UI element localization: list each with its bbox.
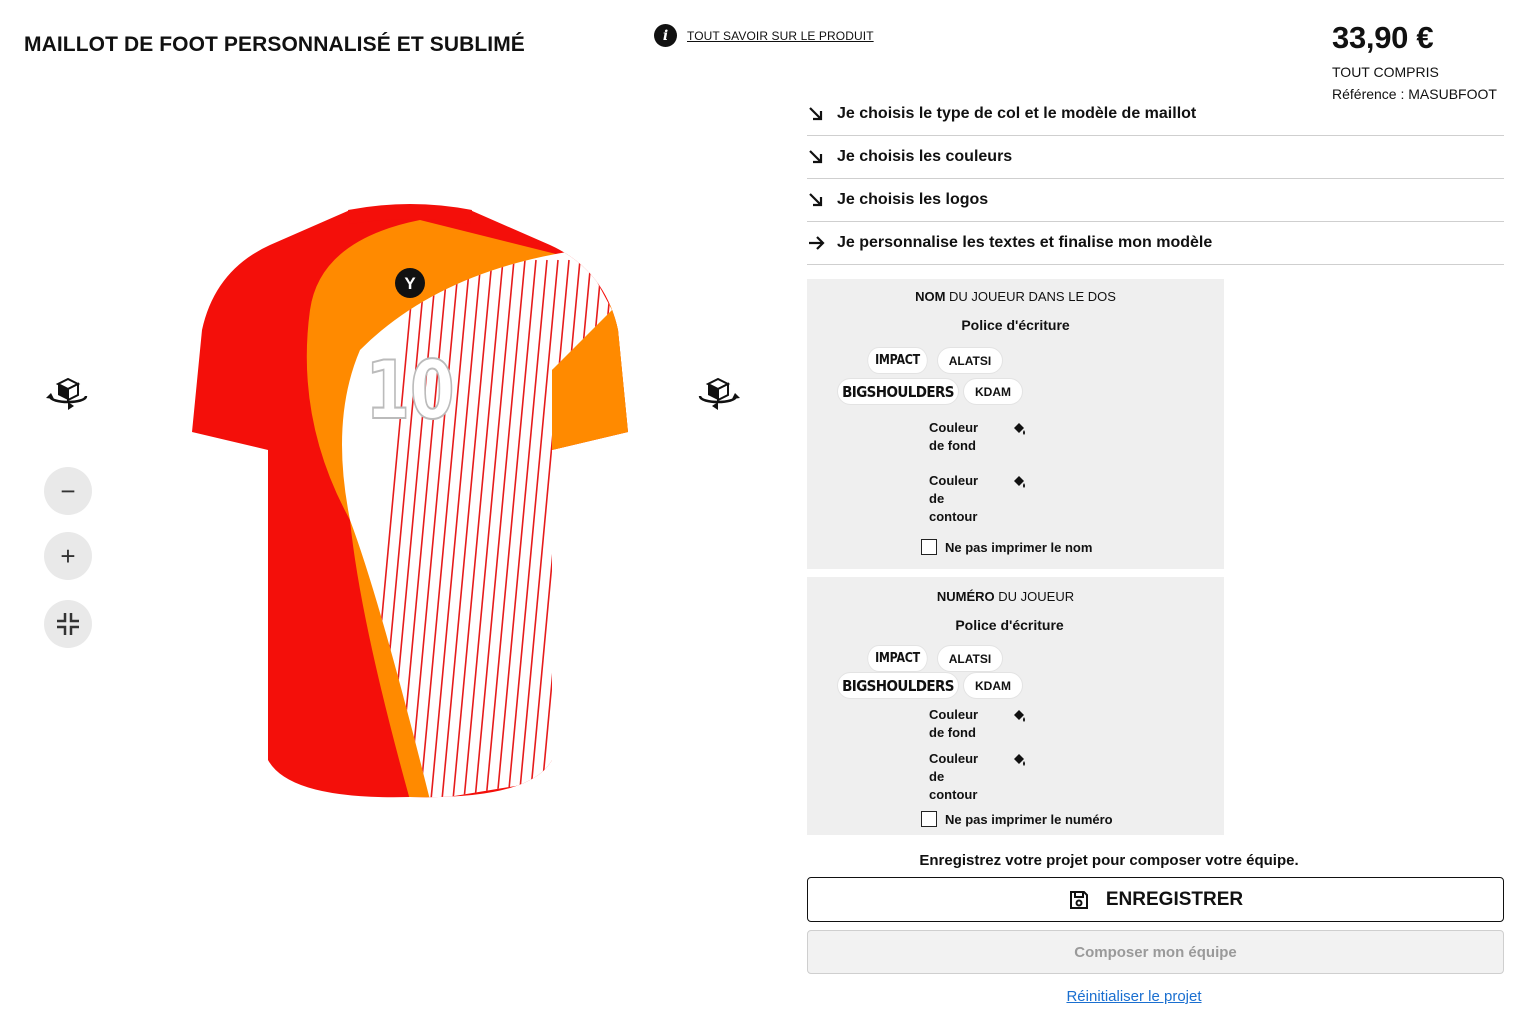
price-note: TOUT COMPRIS xyxy=(1332,64,1439,80)
product-title: MAILLOT DE FOOT PERSONNALISÉ ET SUBLIMÉ xyxy=(24,33,525,56)
paint-bucket-icon[interactable] xyxy=(1012,752,1028,768)
font-label: Police d'écriture xyxy=(955,617,1064,633)
panel-heading: NUMÉRO DU JOUEUR xyxy=(936,589,1075,604)
font-option-kdam[interactable]: KDAM xyxy=(963,378,1023,405)
outline-color-label: Couleur de contour xyxy=(929,751,979,802)
outline-color-label: Couleur de contour xyxy=(929,473,979,524)
arrow-down-right-icon xyxy=(809,150,823,164)
brand-logo-letter: Y xyxy=(404,274,416,293)
jersey-number: 10 xyxy=(365,345,454,438)
font-option-alatsi[interactable]: ALATSI xyxy=(937,645,1003,672)
zoom-in-button[interactable]: + xyxy=(44,532,92,580)
player-number-panel: NUMÉRO DU JOUEUR Police d'écriture IMPAC… xyxy=(807,577,1224,835)
step-logos[interactable]: Je choisis les logos xyxy=(807,179,1504,222)
step-texts[interactable]: Je personnalise les textes et finalise m… xyxy=(807,222,1504,265)
reset-project-link[interactable]: Réinitialiser le projet xyxy=(807,988,1461,1005)
arrow-down-right-icon xyxy=(809,107,823,121)
background-color-label: Couleur de fond xyxy=(929,707,979,740)
checkbox-label: Ne pas imprimer le numéro xyxy=(945,811,1113,827)
save-button[interactable]: ENREGISTRER xyxy=(807,877,1504,922)
paint-bucket-icon[interactable] xyxy=(1012,421,1028,437)
arrow-down-right-icon xyxy=(809,193,823,207)
checkbox-label: Ne pas imprimer le nom xyxy=(945,539,1093,555)
paint-bucket-icon[interactable] xyxy=(1012,708,1028,724)
step-label: Je choisis les couleurs xyxy=(837,148,1013,165)
step-colors[interactable]: Je choisis les couleurs xyxy=(807,136,1504,179)
no-print-name-checkbox[interactable] xyxy=(921,539,937,555)
customization-steps: Je choisis le type de col et le modèle d… xyxy=(807,93,1504,265)
no-print-name-option[interactable]: Ne pas imprimer le nom xyxy=(921,539,1092,555)
font-option-impact[interactable]: IMPACT xyxy=(867,347,928,374)
background-color-label: Couleur de fond xyxy=(929,420,979,453)
no-print-number-checkbox[interactable] xyxy=(921,811,937,827)
step-label: Je choisis le type de col et le modèle d… xyxy=(837,105,1197,122)
panel-heading: NOM DU JOUEUR DANS LE DOS xyxy=(915,289,1116,304)
info-icon: i xyxy=(654,24,677,47)
rotate-left-button[interactable] xyxy=(44,374,92,414)
product-info-label: TOUT SAVOIR SUR LE PRODUIT xyxy=(687,28,874,43)
font-label: Police d'écriture xyxy=(961,317,1070,333)
save-label: ENREGISTRER xyxy=(1105,888,1244,910)
product-info-link[interactable]: i TOUT SAVOIR SUR LE PRODUIT xyxy=(654,24,874,47)
font-option-alatsi[interactable]: ALATSI xyxy=(937,347,1003,374)
step-label: Je choisis les logos xyxy=(837,191,989,208)
paint-bucket-icon[interactable] xyxy=(1012,474,1028,490)
player-name-panel: NOM DU JOUEUR DANS LE DOS Police d'écrit… xyxy=(807,279,1224,569)
font-option-bigshoulders[interactable]: BIGSHOULDERS xyxy=(837,378,959,405)
arrow-right-icon xyxy=(809,236,825,250)
jersey-preview[interactable]: Y 10 xyxy=(180,200,640,800)
compose-team-button[interactable]: Composer mon équipe xyxy=(807,930,1504,974)
rotate-right-button[interactable] xyxy=(694,374,742,414)
font-option-bigshoulders[interactable]: BIGSHOULDERS xyxy=(837,672,959,699)
rotate-3d-icon xyxy=(46,377,88,410)
fit-view-button[interactable] xyxy=(44,600,92,648)
zoom-out-button[interactable]: − xyxy=(44,467,92,515)
price-amount: 33,90 € xyxy=(1332,20,1434,55)
font-option-impact[interactable]: IMPACT xyxy=(867,645,928,672)
save-hint: Enregistrez votre projet pour composer v… xyxy=(919,852,1299,869)
step-collar-model[interactable]: Je choisis le type de col et le modèle d… xyxy=(807,93,1504,136)
no-print-number-option[interactable]: Ne pas imprimer le numéro xyxy=(921,811,1113,827)
step-label: Je personnalise les textes et finalise m… xyxy=(837,234,1213,251)
rotate-3d-icon xyxy=(698,377,740,410)
save-icon xyxy=(1069,890,1088,909)
price-block: 33,90 € TOUT COMPRIS Référence : MASUBFO… xyxy=(1332,20,1497,102)
font-option-kdam[interactable]: KDAM xyxy=(963,672,1023,699)
collapse-icon xyxy=(57,613,79,635)
